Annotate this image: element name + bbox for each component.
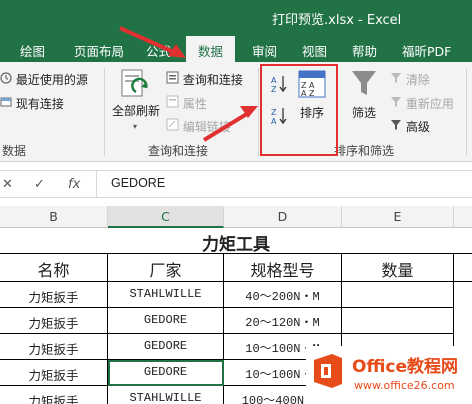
table-cell[interactable]: 力矩扳手 [0,360,108,386]
column-header-b[interactable]: B [0,206,108,228]
table-cell[interactable]: 力矩扳手 [0,334,108,360]
table-cell[interactable]: STAHLWILLE [108,386,224,404]
table-cell[interactable]: 40～200N・M [224,282,342,308]
table-cell[interactable] [342,282,454,308]
column-header-d[interactable]: D [224,206,342,228]
active-cell[interactable]: GEDORE [108,360,224,386]
insert-function-icon[interactable]: fx [68,177,80,192]
table-cell[interactable]: 力矩扳手 [0,308,108,334]
column-header-c[interactable]: C [108,206,224,228]
table-cell[interactable]: GEDORE [108,308,224,334]
table-cell[interactable]: STAHLWILLE [108,282,224,308]
confirm-icon[interactable]: ✓ [34,177,45,192]
formula-input[interactable]: GEDORE [96,171,472,197]
column-headers: B C D E [0,206,472,228]
header-cell-manufacturer[interactable]: 厂家 [108,254,224,282]
watermark: Office教程网 www.office26.com [306,346,472,404]
table-title-cell[interactable]: 力矩工具 [0,228,472,255]
watermark-url: www.office26.com [354,379,455,392]
header-cell-spec[interactable]: 规格型号 [224,254,342,282]
table-cell[interactable]: 力矩扳手 [0,386,108,404]
empty-cell[interactable] [454,254,472,282]
table-cell[interactable]: 力矩扳手 [0,282,108,308]
header-cell-name[interactable]: 名称 [0,254,108,282]
formula-bar: ✕ ✓ fx GEDORE [0,170,472,198]
table-cell[interactable] [342,308,454,334]
table-cell[interactable]: 20～120N・M [224,308,342,334]
watermark-brand: Office教程网 [352,357,459,377]
office-logo-icon [310,352,346,390]
header-cell-quantity[interactable]: 数量 [342,254,454,282]
table-cell[interactable]: GEDORE [108,334,224,360]
column-header-e[interactable]: E [342,206,454,228]
dismiss-icon[interactable]: ✕ [2,177,13,192]
